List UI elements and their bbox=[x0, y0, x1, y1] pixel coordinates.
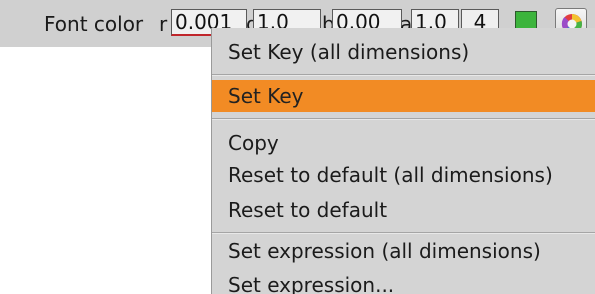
menu-separator bbox=[212, 232, 595, 234]
menu-item-reset-default[interactable]: Reset to default bbox=[212, 194, 595, 226]
menu-item-set-expression-all[interactable]: Set expression (all dimensions) bbox=[212, 235, 595, 267]
menu-item-reset-default-all[interactable]: Reset to default (all dimensions) bbox=[212, 159, 595, 191]
menu-separator bbox=[212, 118, 595, 120]
menu-item-set-expression[interactable]: Set expression... bbox=[212, 269, 595, 294]
parameter-context-menu: Set Key (all dimensions) Set Key Copy Re… bbox=[211, 28, 595, 294]
menu-item-copy[interactable]: Copy bbox=[212, 127, 595, 159]
menu-item-set-key[interactable]: Set Key bbox=[212, 80, 595, 112]
param-label: Font color bbox=[44, 12, 144, 36]
menu-separator bbox=[212, 74, 595, 76]
menu-item-set-key-all[interactable]: Set Key (all dimensions) bbox=[212, 36, 595, 68]
r-channel-label: r bbox=[159, 12, 168, 36]
